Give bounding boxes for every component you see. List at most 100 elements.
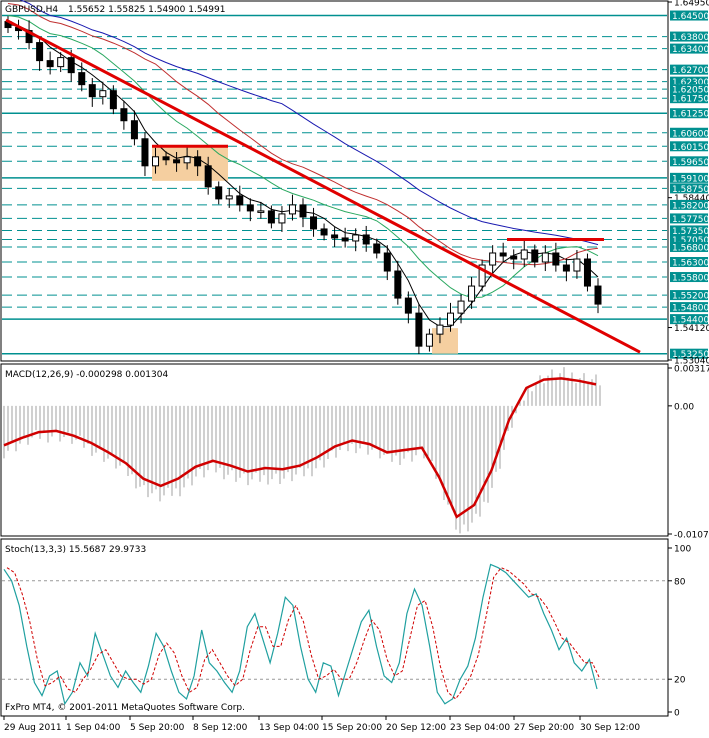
level-price-tag: 1.54800	[670, 302, 709, 314]
candle-body	[310, 216, 318, 230]
candle-body	[383, 252, 391, 272]
level-price-tag: 1.59100	[670, 172, 709, 184]
time-tick-label: 27 Sep 20:00	[514, 723, 574, 733]
level-price-tag: 1.58750	[670, 183, 709, 195]
candle-body	[225, 195, 233, 200]
level-price-tag: 1.55200	[670, 290, 709, 302]
level-price-tag: 1.61750	[670, 93, 709, 105]
level-price-tag-text: 1.62700	[672, 66, 709, 76]
candle-body	[520, 249, 528, 260]
macd-tick-label: 0.00317	[674, 365, 709, 375]
candle-body	[404, 297, 412, 314]
time-tick-label: 1 Sep 04:00	[66, 723, 121, 733]
candle-body	[152, 156, 159, 167]
mt4-chart-window: 1.64950 1.64500 1.63800 1.63400 1.62700 1.623…	[0, 0, 709, 734]
time-tick-label: 8 Sep 12:00	[193, 723, 248, 733]
candle-body	[583, 258, 591, 287]
candle-body	[173, 159, 181, 164]
level-price-tag: 1.62700	[670, 64, 709, 76]
price-axis: 1.649501.645001.638001.634001.627001.623…	[668, 0, 709, 367]
chart-canvas[interactable]: 1.649501.645001.638001.634001.627001.623…	[0, 0, 709, 734]
stoch-axis: 100 80 20 0	[668, 545, 691, 719]
level-price-tag-text: 1.56800	[672, 243, 709, 253]
level-price-tag-text: 1.63400	[672, 45, 709, 55]
stoch-tick-label: 80	[674, 577, 686, 587]
candle-body	[88, 84, 96, 98]
candle-body	[457, 300, 465, 314]
level-price-tag-text: 1.61250	[672, 110, 709, 120]
candle-body	[130, 120, 138, 140]
candle-body	[531, 249, 539, 263]
stoch-title: Stoch(13,3,3) 15.5687 29.9733	[5, 545, 146, 555]
candle-body	[341, 237, 349, 242]
level-price-tag: 1.55800	[670, 272, 709, 284]
symbol-label: GBPUSD,H4	[5, 5, 58, 15]
candle-body	[257, 210, 265, 213]
candle-body	[541, 252, 549, 263]
candle-body	[78, 72, 86, 86]
level-price-tag: 1.57750	[670, 213, 709, 225]
stoch-tick-label: 100	[674, 545, 691, 555]
time-axis: 29 Aug 2011 1 Sep 04:00 5 Sep 20:00 8 Sep 1…	[3, 716, 640, 733]
level-price-tag: 1.58200	[670, 199, 709, 211]
candle-body	[352, 234, 360, 242]
candle-body	[183, 156, 191, 164]
macd-tick-label: 0.00	[674, 402, 694, 412]
time-tick-label: 20 Sep 12:00	[386, 723, 446, 733]
candle-body	[594, 285, 602, 305]
level-price-tag: 1.63400	[670, 43, 709, 55]
candle-body	[99, 90, 107, 98]
level-price-tag-text: 1.55200	[672, 292, 709, 302]
candle-body	[46, 60, 54, 68]
candle-body	[236, 195, 244, 206]
candle-body	[499, 252, 507, 257]
price-tick-label: 1.64950	[674, 0, 709, 9]
level-price-tag-text: 1.59650	[672, 158, 709, 168]
level-price-tag-text: 1.54800	[672, 304, 709, 314]
time-tick-label: 30 Sep 12:00	[580, 723, 640, 733]
stoch-pane[interactable]	[0, 538, 669, 717]
level-price-tag-text: 1.55800	[672, 274, 709, 284]
stoch-tick-label: 20	[674, 676, 686, 686]
candle-body	[299, 204, 307, 218]
candle-body	[436, 324, 444, 335]
candle-body	[320, 228, 328, 236]
candle-body	[67, 57, 75, 74]
level-price-tag: 1.56800	[670, 241, 709, 253]
candle-body	[162, 156, 170, 161]
candle-body	[510, 255, 518, 260]
level-price-tag-text: 1.60150	[672, 143, 709, 153]
time-tick-label: 15 Sep 20:00	[322, 723, 382, 733]
candle-body	[447, 312, 454, 326]
level-price-tag-text: 1.64500	[672, 12, 709, 22]
candle-body	[120, 108, 128, 122]
level-price-tag: 1.59650	[670, 156, 709, 168]
time-tick-label: 5 Sep 20:00	[130, 723, 185, 733]
candle-body	[562, 264, 570, 272]
level-price-tag-text: 1.60600	[672, 129, 709, 139]
level-price-tag: 1.61250	[670, 108, 709, 120]
level-price-tag: 1.64500	[670, 10, 709, 22]
macd-tick-label: -0.01073	[674, 531, 709, 541]
time-tick-label: 13 Sep 04:00	[259, 723, 319, 733]
level-price-tag: 1.60600	[670, 127, 709, 139]
level-price-tag-text: 1.56300	[672, 259, 709, 269]
level-price-tag: 1.56300	[670, 257, 709, 269]
candle-body	[215, 186, 223, 200]
macd-axis: 0.00317 0.00 -0.01073	[668, 365, 709, 541]
time-tick-label: 23 Sep 04:00	[450, 723, 510, 733]
level-price-tag: 1.63800	[670, 31, 709, 43]
level-price-tag-text: 1.63800	[672, 33, 709, 43]
candle-body	[415, 312, 423, 347]
candle-body	[246, 204, 254, 212]
consolidation-box	[432, 328, 458, 354]
candle-body	[468, 285, 476, 302]
copyright-label: FxPro MT4, © 2001-2011 MetaQuotes Softwa…	[5, 703, 245, 713]
candle-body	[288, 204, 296, 215]
ohlc-label: 1.55652 1.55825 1.54900 1.54991	[68, 5, 225, 15]
candle-body	[267, 210, 275, 224]
candle-body	[373, 243, 381, 254]
macd-title: MACD(12,26,9) -0.000298 0.001304	[5, 370, 168, 380]
level-price-tag: 1.60150	[670, 141, 709, 153]
candle-body	[394, 270, 402, 299]
